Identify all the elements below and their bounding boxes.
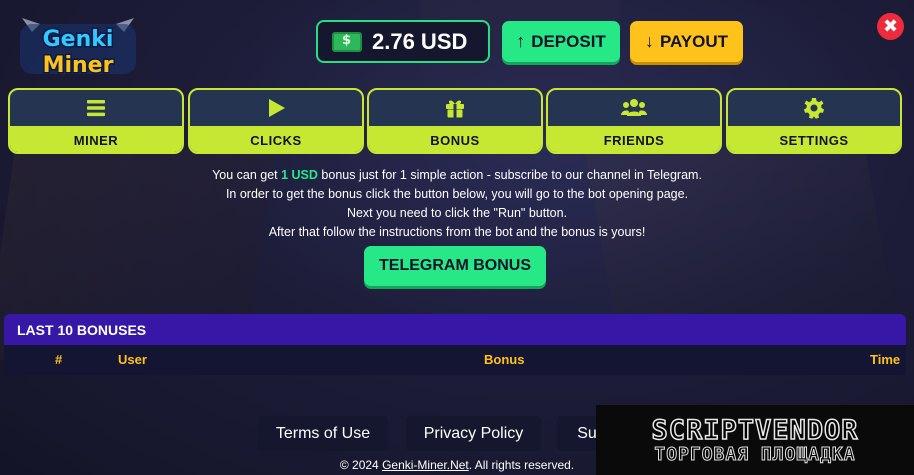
message-line-1: You can get 1 USD bonus just for 1 simpl… bbox=[212, 168, 702, 182]
column-header-bonus: Bonus bbox=[484, 352, 525, 367]
watermark-line-2: ТОРГОВАЯ ПЛОЩАДКА bbox=[654, 444, 856, 466]
nav-item-label: CLICKS bbox=[190, 126, 362, 152]
arrow-up-icon: ↑ bbox=[516, 31, 526, 51]
nav-item-miner[interactable]: MINER bbox=[8, 88, 184, 154]
column-header-user: User bbox=[118, 352, 147, 367]
privacy-policy-link[interactable]: Privacy Policy bbox=[406, 416, 541, 451]
watermark-line-1: SCRIPTVENDOR bbox=[651, 414, 859, 447]
message-line-2: In order to get the bonus click the butt… bbox=[225, 187, 689, 201]
money-icon bbox=[332, 31, 362, 52]
genki-miner-logo[interactable]: Genki Miner bbox=[14, 14, 142, 80]
logo-line-1: Genki bbox=[43, 27, 114, 52]
message-line-4: After that follow the instructions from … bbox=[268, 225, 646, 239]
column-header-number: # bbox=[55, 352, 63, 367]
payout-button[interactable]: ↓ PAYOUT bbox=[630, 21, 743, 62]
bars-icon bbox=[87, 100, 105, 117]
nav-item-clicks[interactable]: CLICKS bbox=[188, 88, 364, 154]
scriptvendor-watermark: SCRIPTVENDOR ТОРГОВАЯ ПЛОЩАДКА bbox=[596, 405, 914, 475]
logo-line-2: Miner bbox=[43, 53, 114, 78]
nav-item-friends[interactable]: FRIENDS bbox=[546, 88, 722, 154]
deposit-button[interactable]: ↑ DEPOSIT bbox=[502, 21, 620, 62]
gear-icon bbox=[804, 98, 824, 119]
arrow-down-icon: ↓ bbox=[644, 31, 654, 51]
deposit-label: DEPOSIT bbox=[531, 31, 606, 51]
bonus-amount: 1 USD bbox=[281, 168, 318, 182]
gift-icon bbox=[446, 100, 464, 118]
nav-item-label: FRIENDS bbox=[548, 126, 720, 152]
bonus-message: You can get 1 USD bonus just for 1 simpl… bbox=[0, 166, 914, 242]
balance-value: 2.76 USD bbox=[372, 28, 468, 54]
nav-item-settings[interactable]: SETTINGS bbox=[726, 88, 902, 154]
users-icon bbox=[621, 99, 647, 116]
play-icon bbox=[269, 99, 285, 117]
site-link[interactable]: Genki-Miner.Net bbox=[382, 458, 469, 472]
table-title: LAST 10 BONUSES bbox=[4, 314, 906, 345]
nav-item-label: MINER bbox=[10, 126, 182, 152]
terms-of-use-link[interactable]: Terms of Use bbox=[258, 416, 388, 451]
message-line-3: Next you need to click the "Run" button. bbox=[346, 206, 568, 220]
payout-label: PAYOUT bbox=[659, 31, 729, 51]
last-bonuses-table: LAST 10 BONUSES # User Bonus Time bbox=[4, 314, 906, 375]
nav-item-label: SETTINGS bbox=[728, 126, 900, 152]
telegram-bonus-button[interactable]: TELEGRAM BONUS bbox=[364, 246, 546, 286]
balance-display: 2.76 USD bbox=[316, 20, 490, 63]
main-nav: MINER CLICKS BONUS FRIENDS SETTINGS bbox=[8, 88, 902, 154]
close-button[interactable]: ✖ bbox=[877, 13, 904, 40]
nav-item-bonus[interactable]: BONUS bbox=[367, 88, 543, 154]
table-header-row: # User Bonus Time bbox=[4, 345, 906, 375]
column-header-time: Time bbox=[870, 352, 901, 367]
nav-item-label: BONUS bbox=[369, 126, 541, 152]
